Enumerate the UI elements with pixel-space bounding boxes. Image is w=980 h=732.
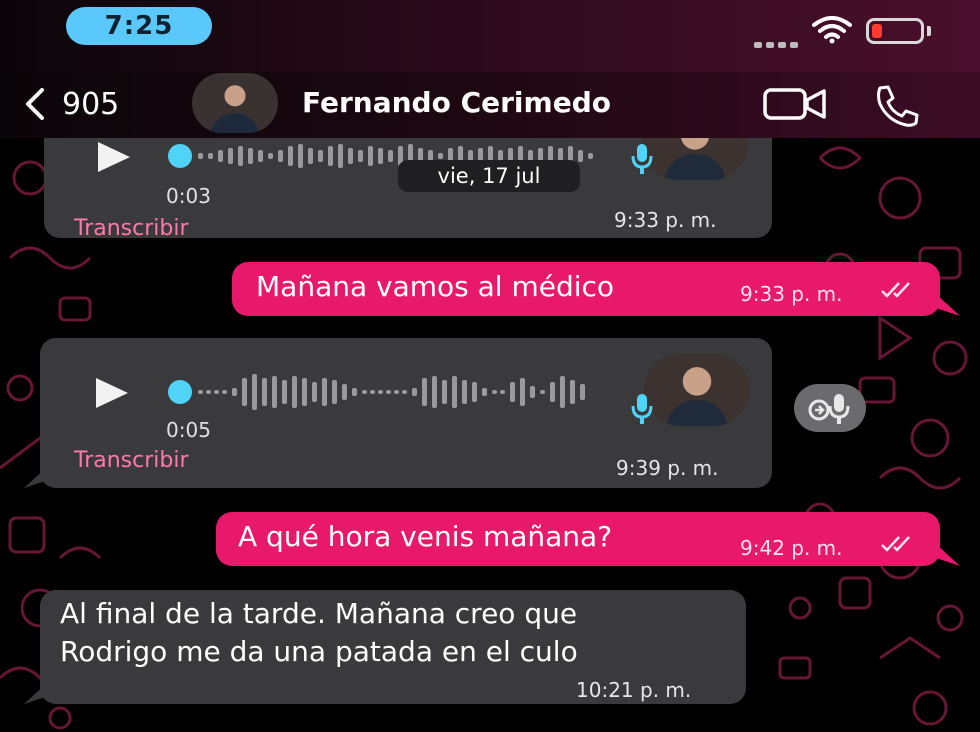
phone-icon[interactable] (872, 84, 924, 128)
transcribe-link[interactable]: Transcribir (74, 216, 189, 241)
battery-icon (866, 18, 924, 44)
contact-avatar[interactable] (192, 73, 278, 133)
status-time: 7:25 (66, 7, 212, 45)
video-call-icon[interactable] (762, 86, 828, 122)
voice-message-bubble[interactable]: 0:05 Transcribir 9:39 p. m. (40, 338, 772, 488)
chevron-left-icon (26, 88, 44, 120)
message-text: A qué hora venis mañana? (238, 520, 613, 553)
bubble-tail (24, 682, 48, 704)
status-bar: 7:25 (0, 0, 980, 72)
message-text: Mañana vamos al médico (256, 270, 615, 303)
sender-avatar (642, 138, 748, 180)
play-icon[interactable] (92, 376, 132, 410)
message-time: 9:39 p. m. (616, 456, 719, 480)
date-chip: vie, 17 jul (398, 160, 580, 192)
message-text-line-2: Rodrigo me da una patada en el culo (60, 635, 578, 668)
back-button[interactable]: 905 (24, 74, 119, 134)
microphone-icon (631, 394, 653, 424)
message-time: 9:42 p. m. (740, 536, 843, 560)
double-check-icon (881, 536, 910, 552)
voice-duration: 0:03 (166, 184, 211, 208)
wifi-icon (812, 16, 852, 44)
message-time: 9:33 p. m. (614, 208, 717, 232)
message-time: 9:33 p. m. (740, 282, 843, 306)
sender-avatar (644, 354, 750, 426)
battery-tip (927, 26, 931, 36)
voice-duration: 0:05 (166, 418, 211, 442)
outgoing-message-bubble[interactable]: A qué hora venis mañana? 9:42 p. m. (216, 512, 940, 566)
chat-area[interactable]: 0:03 Transcribir 9:33 p. m. vie, 17 jul … (0, 138, 980, 732)
message-time: 10:21 p. m. (576, 678, 692, 702)
outgoing-message-bubble[interactable]: Mañana vamos al médico 9:33 p. m. (232, 262, 940, 316)
microphone-icon (631, 144, 653, 174)
bubble-tail (24, 466, 48, 488)
contact-name[interactable]: Fernando Cerimedo (302, 86, 611, 119)
cellular-signal-icon (754, 33, 802, 52)
bubble-tail (936, 544, 960, 566)
forward-microphone-icon (808, 394, 850, 424)
double-check-icon (881, 282, 910, 298)
chat-header: 905 Fernando Cerimedo (0, 72, 980, 138)
bubble-tail (936, 294, 960, 316)
voice-waveform[interactable] (162, 370, 602, 414)
play-icon[interactable] (94, 140, 134, 174)
incoming-message-bubble[interactable]: Al final de la tarde. Mañana creo que Ro… (40, 590, 746, 704)
forward-audio-button[interactable] (794, 384, 866, 432)
transcribe-link[interactable]: Transcribir (74, 448, 189, 473)
unread-count: 905 (62, 86, 120, 122)
